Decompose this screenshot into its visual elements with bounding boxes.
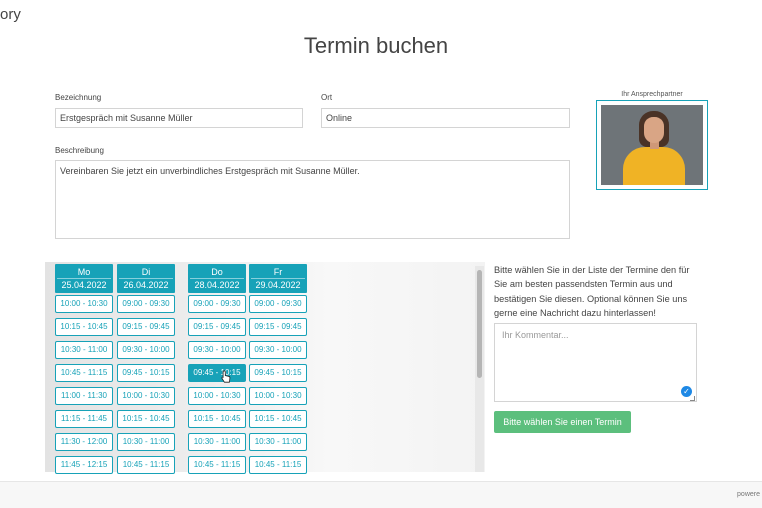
time-slot[interactable]: 10:45 - 11:15 — [55, 364, 113, 382]
ort-field[interactable]: Online — [321, 108, 570, 128]
day-column-do: Do 28.04.2022 09:00 - 09:30 09:15 - 09:4… — [188, 264, 246, 474]
day-name: Di — [141, 267, 151, 277]
time-slot[interactable]: 10:45 - 11:15 — [117, 456, 175, 474]
bezeichnung-field[interactable]: Erstgespräch mit Susanne Müller — [55, 108, 303, 128]
day-date: 29.04.2022 — [251, 278, 305, 292]
day-date: 25.04.2022 — [57, 278, 111, 292]
resize-grip-icon[interactable] — [690, 396, 695, 401]
hand-pointer-icon — [221, 370, 231, 383]
time-slot[interactable]: 09:15 - 09:45 — [249, 318, 307, 336]
footer-text: powere — [737, 491, 760, 498]
day-column-di: Di 26.04.2022 09:00 - 09:30 09:15 - 09:4… — [117, 264, 175, 474]
time-slot[interactable]: 09:00 - 09:30 — [249, 295, 307, 313]
time-slot[interactable]: 10:15 - 10:45 — [55, 318, 113, 336]
time-slot[interactable]: 10:30 - 11:00 — [188, 433, 246, 451]
day-header: Di 26.04.2022 — [117, 264, 175, 293]
time-slot[interactable]: 09:00 - 09:30 — [188, 295, 246, 313]
time-slot[interactable]: 10:00 - 10:30 — [188, 387, 246, 405]
day-date: 28.04.2022 — [190, 278, 244, 292]
time-slot[interactable]: 10:00 - 10:30 — [117, 387, 175, 405]
submit-button[interactable]: Bitte wählen Sie einen Termin — [494, 411, 631, 433]
day-column-fr: Fr 29.04.2022 09:00 - 09:30 09:15 - 09:4… — [249, 264, 307, 474]
beschreibung-label: Beschreibung — [55, 146, 104, 155]
time-slot[interactable]: 10:15 - 10:45 — [249, 410, 307, 428]
bezeichnung-label: Bezeichnung — [55, 93, 102, 102]
time-slot[interactable]: 11:15 - 11:45 — [55, 410, 113, 428]
day-name: Do — [211, 267, 223, 277]
page-footer: powere — [0, 481, 762, 508]
beschreibung-field[interactable]: Vereinbaren Sie jetzt ein unverbindliche… — [55, 160, 570, 239]
day-name: Mo — [77, 267, 91, 277]
time-slot[interactable]: 11:45 - 12:15 — [55, 456, 113, 474]
time-slot[interactable]: 09:15 - 09:45 — [117, 318, 175, 336]
day-header: Mo 25.04.2022 — [55, 264, 113, 293]
day-name: Fr — [273, 267, 283, 277]
time-slot[interactable]: 09:45 - 10:15 — [249, 364, 307, 382]
ort-label: Ort — [321, 93, 333, 102]
time-slot[interactable]: 09:45 - 10:15 — [117, 364, 175, 382]
time-slot[interactable]: 10:30 - 11:00 — [249, 433, 307, 451]
time-slot[interactable]: 09:00 - 09:30 — [117, 295, 175, 313]
day-date: 26.04.2022 — [119, 278, 173, 292]
day-header: Do 28.04.2022 — [188, 264, 246, 293]
contact-photo — [596, 100, 708, 190]
time-slot[interactable]: 10:00 - 10:30 — [249, 387, 307, 405]
time-slot[interactable]: 10:45 - 11:15 — [188, 456, 246, 474]
time-slot[interactable]: 10:15 - 10:45 — [117, 410, 175, 428]
time-slot[interactable]: 11:30 - 12:00 — [55, 433, 113, 451]
time-slot[interactable]: 10:15 - 10:45 — [188, 410, 246, 428]
time-slot[interactable]: 09:30 - 10:00 — [188, 341, 246, 359]
comment-input[interactable]: Ihr Kommentar... — [494, 323, 697, 402]
brand-text: ory — [0, 6, 21, 23]
time-slot[interactable]: 09:15 - 09:45 — [188, 318, 246, 336]
time-slot[interactable]: 09:30 - 10:00 — [249, 341, 307, 359]
time-slot[interactable]: 11:00 - 11:30 — [55, 387, 113, 405]
time-slot[interactable]: 10:00 - 10:30 — [55, 295, 113, 313]
time-slot[interactable]: 10:45 - 11:15 — [249, 456, 307, 474]
contact-label: Ihr Ansprechpartner — [621, 91, 683, 98]
instructions-text: Bitte wählen Sie in der Liste der Termin… — [494, 265, 690, 318]
time-slot[interactable]: 10:30 - 11:00 — [55, 341, 113, 359]
page-title: Termin buchen — [303, 33, 449, 58]
day-header: Fr 29.04.2022 — [249, 264, 307, 293]
day-column-mo: Mo 25.04.2022 10:00 - 10:30 10:15 - 10:4… — [55, 264, 113, 474]
contact-avatar — [601, 105, 703, 185]
time-slot[interactable]: 10:30 - 11:00 — [117, 433, 175, 451]
slots-scrollbar-thumb[interactable] — [477, 270, 482, 378]
time-slot[interactable]: 09:30 - 10:00 — [117, 341, 175, 359]
time-slot-selected[interactable]: 09:45 - 10:15 — [188, 364, 246, 382]
